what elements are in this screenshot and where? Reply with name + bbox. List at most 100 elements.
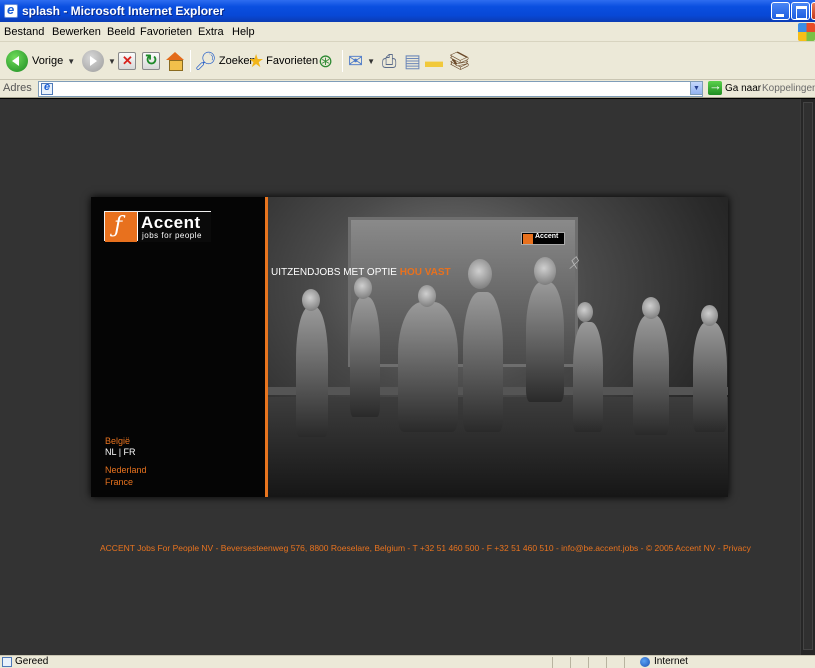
window-titlebar[interactable]: splash - Microsoft Internet Explorer [0,0,815,22]
photo-person-head [642,297,660,319]
page-icon [41,81,53,95]
security-zone: Internet [654,656,688,667]
lang-fr-link[interactable]: FR [124,447,136,457]
mail-icon: ✉ [348,51,364,71]
standard-toolbar: Vorige ▼ ▼ 🔎︎ Zoeken ★ Favorieten ⊛ ✉ ▼ … [0,42,815,80]
refresh-icon [142,51,160,70]
internet-zone-globe-icon [640,657,650,667]
menu-beeld[interactable]: Beeld [107,26,135,38]
menu-bar: Bestand Bewerken Beeld Favorieten Extra … [0,22,815,42]
left-navigation-panel: Accent jobs for people België NL | FR Ne… [91,197,265,497]
brand-name: Accent [141,213,201,232]
folder-button[interactable]: ▬ [425,50,443,72]
status-text: Gereed [15,656,49,667]
photo-person [350,297,380,417]
headline-accent: HOU VAST [399,267,451,278]
search-button[interactable]: 🔎︎ Zoeken [194,50,256,72]
address-dropdown-icon[interactable]: ▼ [690,81,703,95]
photo-person [398,302,458,432]
headline-main: UITZENDJOBS MET OPTIE [271,267,400,278]
region-belgium: België [105,436,131,446]
photo-person-head [302,289,320,311]
research-icon: 📚︎ [448,51,471,71]
scrollbar-thumb[interactable] [803,102,813,650]
photo-person [296,307,328,437]
status-divider [624,657,625,668]
photo-person [526,282,564,402]
campaign-photo: ᛟ ∽∾ UITZENDJOBS MET OPTIE HOU VAST [268,197,728,497]
menu-extra[interactable]: Extra [198,26,224,38]
photo-person-head [418,285,436,307]
home-button[interactable] [165,50,185,72]
history-button[interactable]: ⊛ [318,50,333,72]
forward-button[interactable]: ▼ [82,50,116,72]
vertical-scrollbar[interactable] [800,99,815,655]
search-icon: 🔎︎ [194,51,217,71]
address-bar: Adres ▼ Ga naar Koppelingen [0,78,815,98]
status-divider [570,657,571,668]
edit-button[interactable]: ▤ [404,50,421,72]
photo-person-head [354,277,372,299]
refresh-button[interactable] [142,50,160,72]
status-divider [588,657,589,668]
menu-help[interactable]: Help [232,26,255,38]
stop-button[interactable] [118,50,136,72]
windows-logo-icon [798,23,815,41]
favorites-button[interactable]: ★ Favorieten [248,50,318,72]
region-france-link[interactable]: France [105,477,133,487]
menu-bewerken[interactable]: Bewerken [52,26,101,38]
accent-logo[interactable]: Accent jobs for people [104,211,211,242]
graffiti-tag: ᛟ [568,252,579,273]
toolbar-separator [342,50,343,72]
print-button[interactable]: ⎙ [382,50,396,72]
star-icon: ★ [248,51,265,71]
photo-person [573,322,603,432]
edit-page-icon: ▤ [404,51,422,71]
mail-button[interactable]: ✉ ▼ [348,50,375,72]
photo-person [633,315,669,435]
home-icon [165,51,185,71]
minimize-button[interactable] [771,2,790,20]
go-button[interactable]: Ga naar [725,83,761,94]
menu-favorieten[interactable]: Favorieten [140,26,192,38]
back-dropdown-icon[interactable]: ▼ [67,57,75,66]
history-icon: ⊛ [318,51,334,71]
links-button[interactable]: Koppelingen [762,83,815,94]
go-arrow-icon[interactable] [708,78,722,95]
back-arrow-icon [6,50,28,72]
ie-app-icon [4,2,18,18]
brand-tagline: jobs for people [142,231,202,240]
menu-bestand[interactable]: Bestand [4,26,44,38]
status-divider [552,657,553,668]
footer-contact[interactable]: ACCENT Jobs For People NV - Beversesteen… [100,543,751,553]
photo-person-head [577,302,593,322]
accent-wordmark: Accent jobs for people [138,212,211,242]
photo-person [693,322,727,432]
region-netherlands-link[interactable]: Nederland [105,465,147,475]
back-label: Vorige [32,55,64,67]
mail-dropdown-icon[interactable]: ▼ [367,57,375,66]
window-title: splash - Microsoft Internet Explorer [22,4,225,18]
lang-separator: | [118,447,122,457]
favorites-label: Favorieten [266,55,319,67]
forward-dropdown-icon[interactable]: ▼ [108,57,116,66]
close-button[interactable] [811,2,815,20]
photo-person-head [701,305,718,326]
forward-arrow-icon [82,50,104,72]
stop-icon [118,52,136,70]
address-input[interactable] [38,81,703,97]
maximize-button[interactable] [791,2,810,20]
accent-logo-mark-icon [105,212,137,242]
back-button[interactable]: Vorige ▼ [6,50,75,72]
belgium-language-links: NL | FR [105,447,136,457]
photo-person-head [468,259,492,289]
research-button[interactable]: 📚︎ [448,50,471,72]
toolbar-separator [190,50,191,72]
address-label: Adres [3,82,32,94]
printer-icon: ⎙ [382,51,397,71]
status-divider [606,657,607,668]
billboard-accent-sign [521,232,565,245]
lang-nl-link[interactable]: NL [105,447,116,457]
page-status-icon [2,657,12,667]
photo-person [463,292,503,432]
